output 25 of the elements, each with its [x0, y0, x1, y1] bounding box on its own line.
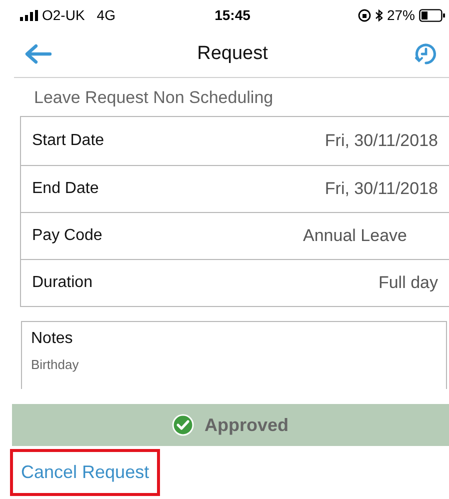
field-label: Duration	[32, 274, 92, 292]
cancel-request-link[interactable]: Cancel Request	[10, 449, 160, 496]
field-value: Fri, 30/11/2018	[324, 179, 438, 199]
field-label: Start Date	[32, 132, 104, 150]
status-label: Approved	[204, 414, 288, 436]
check-circle-icon	[172, 414, 194, 436]
battery-percent: 27%	[386, 7, 415, 23]
signal-icon	[20, 10, 38, 20]
clock-time: 15:45	[214, 7, 250, 23]
bluetooth-icon	[374, 8, 383, 22]
page-title: Request	[197, 42, 268, 64]
notes-text: Birthday	[31, 357, 80, 372]
battery-icon	[419, 8, 445, 22]
network-type: 4G	[96, 7, 116, 23]
field-value: Fri, 30/11/2018	[324, 131, 438, 151]
field-value: Full day	[378, 273, 438, 293]
carrier-name: O2-UK	[42, 7, 85, 23]
clock-history-icon[interactable]	[413, 40, 439, 66]
field-label: Pay Code	[32, 227, 102, 245]
rotation-lock-icon	[358, 8, 371, 22]
request-type: Leave Request Non Scheduling	[33, 87, 274, 109]
field-value: Annual Leave	[303, 226, 407, 246]
notes-label: Notes	[31, 330, 74, 348]
back-arrow-icon[interactable]	[24, 42, 52, 64]
field-label: End Date	[32, 180, 99, 198]
